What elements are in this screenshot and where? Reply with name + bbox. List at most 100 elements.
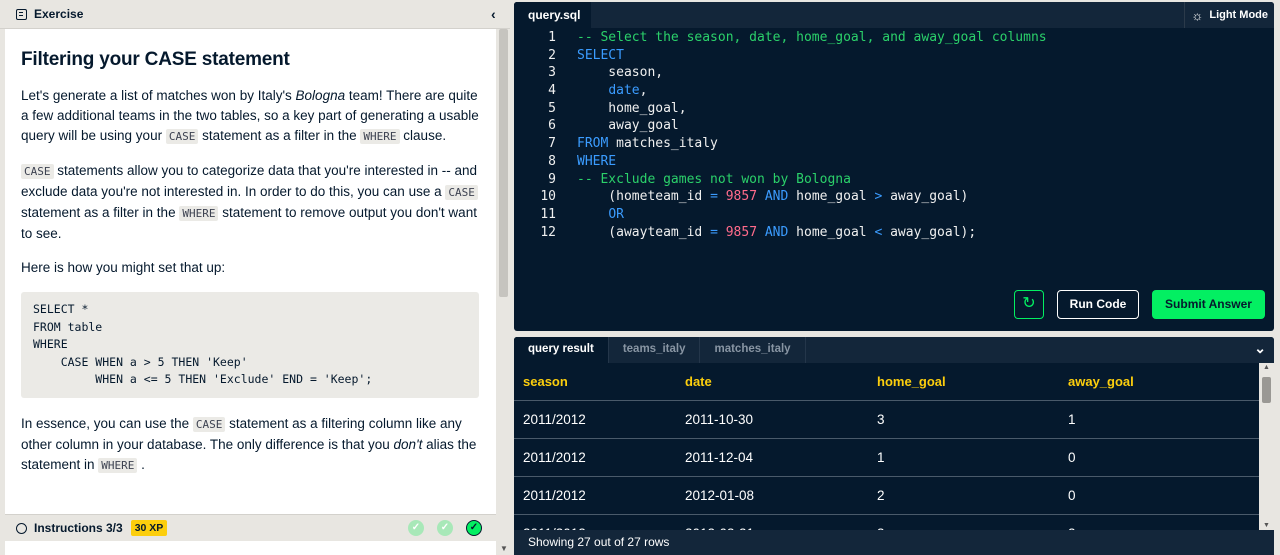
code-line[interactable]: 12 (awayteam_id = 9857 AND home_goal < a…: [514, 224, 1274, 242]
tab-query-sql[interactable]: query.sql: [514, 2, 591, 28]
code-text[interactable]: date,: [577, 82, 647, 100]
code-line[interactable]: 1 -- Select the season, date, home_goal, …: [514, 29, 1274, 47]
cell-date: 2011-10-30: [685, 412, 754, 427]
paragraph-3: Here is how you might set that up:: [21, 260, 226, 275]
results-scrollbar[interactable]: ▲ ▼: [1259, 363, 1274, 530]
code-line[interactable]: 9 -- Exclude games not won by Bologna: [514, 171, 1274, 189]
instructions-bar[interactable]: Instructions 3/3 30 XP ✓ ✓ ✓: [5, 514, 496, 541]
cell-away-goal: 0: [1068, 450, 1076, 465]
scrollbar-thumb[interactable]: [1262, 377, 1271, 403]
code-line[interactable]: 3 season,: [514, 64, 1274, 82]
submit-answer-button[interactable]: Submit Answer: [1152, 290, 1265, 319]
cell-home-goal: 2: [877, 488, 885, 503]
cell-season: 2011/2012: [523, 450, 586, 465]
column-header-date: date: [685, 374, 712, 389]
code-text[interactable]: WHERE: [577, 153, 616, 171]
code-line[interactable]: 8 WHERE: [514, 153, 1274, 171]
paragraph-4: In essence, you can use the CASE stateme…: [21, 415, 477, 473]
column-header-home-goal: home_goal: [877, 374, 946, 389]
sun-icon: ☼: [1191, 7, 1204, 23]
table-row: 2011/2012 2012-01-08 2 0: [514, 477, 1259, 515]
cell-away-goal: 1: [1068, 412, 1076, 427]
code-text[interactable]: -- Select the season, date, home_goal, a…: [577, 29, 1047, 47]
code-line[interactable]: 10 (hometeam_id = 9857 AND home_goal > a…: [514, 188, 1274, 206]
run-code-button[interactable]: Run Code: [1057, 290, 1139, 319]
column-header-season: season: [523, 374, 568, 389]
tab-teams-italy[interactable]: teams_italy: [609, 337, 701, 363]
step-2-complete-icon[interactable]: ✓: [437, 520, 453, 536]
step-1-complete-icon[interactable]: ✓: [408, 520, 424, 536]
table-row: 2011/2012 2011-12-04 1 0: [514, 439, 1259, 477]
cell-season: 2011/2012: [523, 412, 586, 427]
table-header-row: season date home_goal away_goal: [514, 363, 1259, 401]
example-code-block: SELECT * FROM table WHERE CASE WHEN a > …: [21, 292, 479, 398]
line-number: 3: [548, 65, 556, 81]
code-line[interactable]: 5 home_goal,: [514, 100, 1274, 118]
line-number: 6: [548, 118, 556, 134]
line-number: 2: [548, 47, 556, 63]
line-number: 5: [548, 100, 556, 116]
editor-tab-bar: query.sql ☼ Light Mode: [514, 2, 1274, 28]
paragraph-1: Let's generate a list of matches won by …: [21, 88, 479, 144]
scroll-down-arrow-icon[interactable]: ▼: [1263, 522, 1270, 529]
collapse-results-icon[interactable]: ⌄: [1254, 340, 1266, 357]
exercise-title: Filtering your CASE statement: [21, 49, 290, 70]
exercise-header-title: Exercise: [34, 7, 84, 21]
scroll-down-arrow-icon[interactable]: ▼: [500, 544, 508, 553]
step-3-current-icon[interactable]: ✓: [466, 520, 482, 536]
exercise-panel: Exercise ‹ Filtering your CASE statement…: [0, 0, 510, 555]
tab-query-result[interactable]: query result: [514, 337, 609, 363]
line-number: 1: [548, 30, 556, 45]
line-number: 7: [548, 136, 556, 152]
results-tab-bar: query result teams_italy matches_italy: [514, 337, 1274, 363]
code-text[interactable]: season,: [577, 64, 663, 82]
code-line[interactable]: 11 OR: [514, 206, 1274, 224]
cell-home-goal: 3: [877, 412, 885, 427]
instructions-label: Instructions 3/3: [34, 521, 123, 535]
scroll-up-arrow-icon[interactable]: ▲: [1263, 364, 1270, 371]
exercise-icon: [16, 8, 27, 20]
code-text[interactable]: (hometeam_id = 9857 AND home_goal > away…: [577, 188, 968, 206]
cell-away-goal: 0: [1068, 488, 1076, 503]
results-row-count: Showing 27 out of 27 rows: [514, 530, 1274, 555]
exercise-content: Filtering your CASE statement Let's gene…: [5, 29, 496, 514]
scrollbar-thumb[interactable]: [499, 29, 508, 297]
code-text[interactable]: (awayteam_id = 9857 AND home_goal < away…: [577, 224, 976, 242]
step-progress: ✓ ✓ ✓: [408, 520, 482, 536]
exercise-header: Exercise ‹: [0, 0, 510, 29]
line-number: 10: [540, 189, 556, 205]
code-text[interactable]: FROM matches_italy: [577, 135, 718, 153]
cell-home-goal: 1: [877, 450, 885, 465]
code-line[interactable]: 6 away_goal: [514, 117, 1274, 135]
code-lines[interactable]: 1 -- Select the season, date, home_goal, …: [514, 29, 1274, 241]
line-number: 4: [548, 83, 556, 99]
line-number: 9: [548, 171, 556, 187]
code-text[interactable]: OR: [577, 206, 624, 224]
table-row: 2011/2012 2011-10-30 3 1: [514, 401, 1259, 439]
instructions-content-edge: [5, 541, 496, 555]
code-line[interactable]: 2 SELECT: [514, 47, 1274, 65]
cell-season: 2011/2012: [523, 488, 586, 503]
xp-badge: 30 XP: [130, 520, 168, 536]
line-number: 11: [540, 206, 556, 222]
code-editor[interactable]: query.sql ☼ Light Mode 1 -- Select the se…: [514, 2, 1274, 331]
light-mode-label: Light Mode: [1209, 9, 1268, 21]
exercise-scrollbar[interactable]: ▼: [497, 29, 510, 555]
paragraph-2: CASE statements allow you to categorize …: [21, 163, 478, 241]
line-number: 8: [548, 153, 556, 169]
collapse-panel-icon[interactable]: ‹: [491, 6, 496, 22]
code-text[interactable]: home_goal,: [577, 100, 686, 118]
results-panel: query result teams_italy matches_italy ⌄…: [514, 337, 1274, 555]
light-mode-toggle[interactable]: ☼ Light Mode: [1184, 2, 1268, 28]
code-text[interactable]: SELECT: [577, 47, 624, 65]
line-number: 12: [540, 224, 556, 240]
code-line[interactable]: 7 FROM matches_italy: [514, 135, 1274, 153]
code-text[interactable]: away_goal: [577, 117, 678, 135]
instructions-icon: [16, 522, 27, 534]
code-line[interactable]: 4 date,: [514, 82, 1274, 100]
tab-matches-italy[interactable]: matches_italy: [700, 337, 806, 363]
column-header-away-goal: away_goal: [1068, 374, 1134, 389]
results-table: season date home_goal away_goal 2011/201…: [514, 363, 1259, 553]
code-text[interactable]: -- Exclude games not won by Bologna: [577, 171, 851, 189]
reset-code-button[interactable]: ↻: [1014, 290, 1044, 319]
